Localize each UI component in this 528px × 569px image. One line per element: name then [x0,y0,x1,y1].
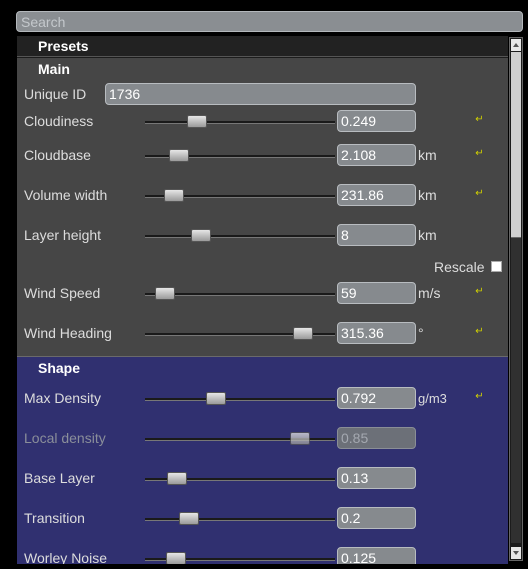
transition-field[interactable]: 0.2 [337,507,416,529]
worley-noise-field[interactable]: 0.125 [337,547,416,564]
base-layer-field[interactable]: 0.13 [337,467,416,489]
search-input[interactable]: Search [16,11,523,32]
wind-heading-label: Wind Heading [24,325,112,341]
scroll-down-arrow-icon[interactable] [511,547,521,559]
shape-section-title: Shape [38,360,81,376]
cloudbase-slider-thumb[interactable] [168,149,189,162]
cloudiness-slider-track[interactable] [145,121,335,124]
cloudbase-row: Cloudbase 2.108 km ↵ [17,143,508,169]
transition-slider-track[interactable] [145,518,335,521]
rescale-checkbox[interactable] [491,261,502,272]
scrollbar-track[interactable] [511,52,521,237]
reset-cloudiness-undo-arrow-icon[interactable]: ↵ [475,115,484,125]
worley-noise-label: Worley Noise [24,550,107,564]
wind-heading-slider-thumb[interactable] [292,327,313,340]
worley-noise-row: Worley Noise 0.125 [17,546,508,564]
layer-height-label: Layer height [24,227,102,243]
unique-id-field[interactable]: 1736 [105,83,416,105]
cloudbase-field[interactable]: 2.108 [337,144,416,166]
scrollbar-thumb[interactable] [511,237,521,543]
unique-id-label: Unique ID [24,86,87,102]
max-density-label: Max Density [24,390,102,406]
cloudbase-label: Cloudbase [24,147,91,163]
main-section-title: Main [38,61,70,77]
worley-noise-slider-thumb[interactable] [166,552,187,564]
base-layer-row: Base Layer 0.13 [17,466,508,492]
max-density-row: Max Density 0.792 g/m3 ↵ [17,386,508,412]
max-density-unit: g/m3 [418,391,447,406]
max-density-slider-thumb[interactable] [206,392,227,405]
reset-wind-speed-undo-arrow-icon[interactable]: ↵ [475,287,484,297]
wind-heading-unit: ° [418,325,424,341]
reset-wind-heading-undo-arrow-icon[interactable]: ↵ [475,327,484,337]
layer-height-slider-track[interactable] [145,235,335,238]
volume-width-row: Volume width 231.86 km ↵ [17,183,508,209]
main-section: Main Unique ID 1736 Cloudiness 0.249 ↵ Clou… [17,58,508,357]
wind-speed-unit: m/s [418,285,441,301]
local-density-slider-thumb [289,432,310,445]
base-layer-slider-thumb[interactable] [167,472,188,485]
shape-section: Shape Max Density 0.792 g/m3 ↵ Local density… [17,357,508,564]
wind-speed-field[interactable]: 59 [337,282,416,304]
wind-speed-label: Wind Speed [24,285,101,301]
wind-heading-row: Wind Heading 315.36 ° ↵ [17,321,508,347]
rescale-label: Rescale [434,259,485,275]
reset-cloudbase-undo-arrow-icon[interactable]: ↵ [475,149,484,159]
scroll-up-arrow-icon[interactable] [511,39,521,51]
layer-height-row: Layer height 8 km [17,223,508,249]
presets-title: Presets [38,38,89,54]
local-density-field: 0.85 [337,427,416,449]
wind-speed-slider-thumb[interactable] [155,287,176,300]
layer-height-slider-thumb[interactable] [190,229,211,242]
local-density-label: Local density [24,430,106,446]
base-layer-label: Base Layer [24,470,95,486]
max-density-slider-track[interactable] [145,398,335,401]
wind-speed-row: Wind Speed 59 m/s ↵ [17,281,508,307]
volume-width-field[interactable]: 231.86 [337,184,416,206]
reset-volume-width-undo-arrow-icon[interactable]: ↵ [475,189,484,199]
presets-header[interactable]: Presets [17,36,508,57]
transition-row: Transition 0.2 [17,506,508,532]
cloudiness-row: Cloudiness 0.249 ↵ [17,109,508,135]
properties-panel: Presets Main Unique ID 1736 Cloudiness 0.… [17,36,508,564]
max-density-field[interactable]: 0.792 [337,387,416,409]
cloudiness-label: Cloudiness [24,113,94,129]
unique-id-row: Unique ID 1736 [17,82,508,108]
transition-label: Transition [24,510,85,526]
local-density-row: Local density 0.85 [17,426,508,452]
cloudbase-unit: km [418,147,437,163]
volume-width-slider-thumb[interactable] [163,189,184,202]
reset-max-density-undo-arrow-icon[interactable]: ↵ [475,392,484,402]
transition-slider-thumb[interactable] [179,512,199,525]
volume-width-unit: km [418,187,437,203]
layer-height-unit: km [418,227,437,243]
cloudiness-field[interactable]: 0.249 [337,110,416,132]
cloudiness-slider-thumb[interactable] [187,115,208,128]
wind-heading-field[interactable]: 315.36 [337,322,416,344]
vertical-scrollbar[interactable] [509,37,523,561]
layer-height-field[interactable]: 8 [337,224,416,246]
volume-width-label: Volume width [24,187,108,203]
